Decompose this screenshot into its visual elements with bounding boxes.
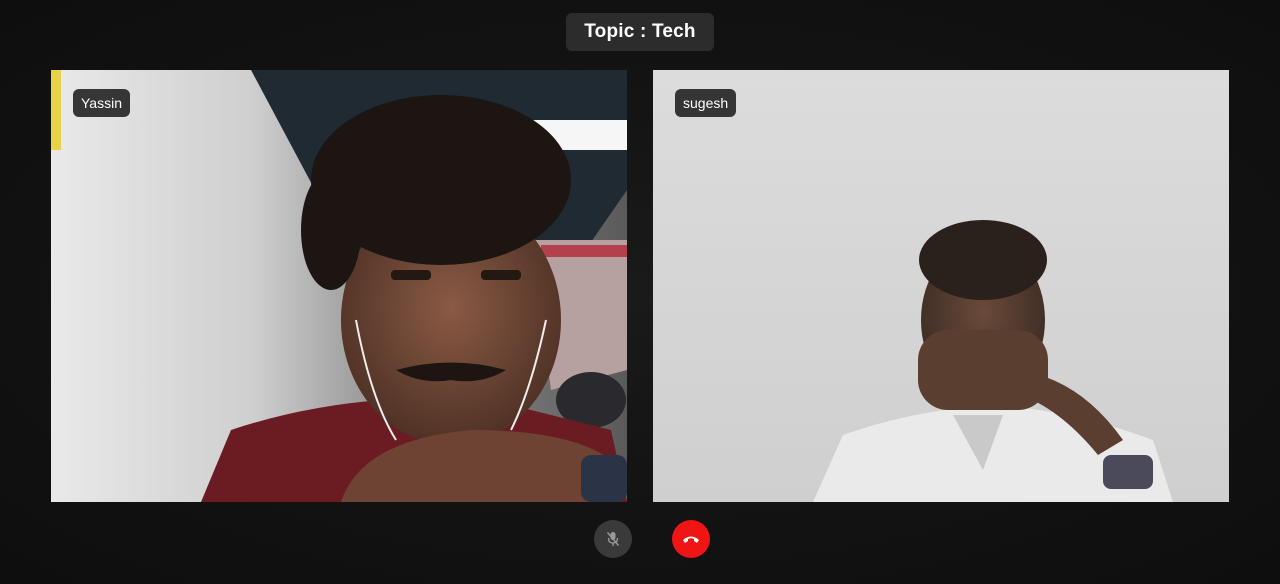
participant-name-tag: sugesh — [675, 89, 737, 117]
call-controls-bar — [0, 520, 1280, 558]
topic-title: Topic : Tech — [566, 13, 714, 51]
participant-video-tile-yassin[interactable]: Yassin — [51, 70, 627, 502]
video-feed-sugesh — [653, 70, 1229, 502]
participant-name-tag: Yassin — [73, 89, 130, 117]
video-feed-yassin — [51, 70, 627, 502]
participant-video-tile-sugesh[interactable]: sugesh — [653, 70, 1229, 502]
mute-microphone-button[interactable] — [594, 520, 632, 558]
end-call-button[interactable] — [672, 520, 710, 558]
mic-muted-icon — [606, 531, 620, 547]
video-call-screen: Topic : Tech Yassin sugesh — [0, 0, 1280, 584]
phone-hangup-icon — [682, 534, 700, 544]
